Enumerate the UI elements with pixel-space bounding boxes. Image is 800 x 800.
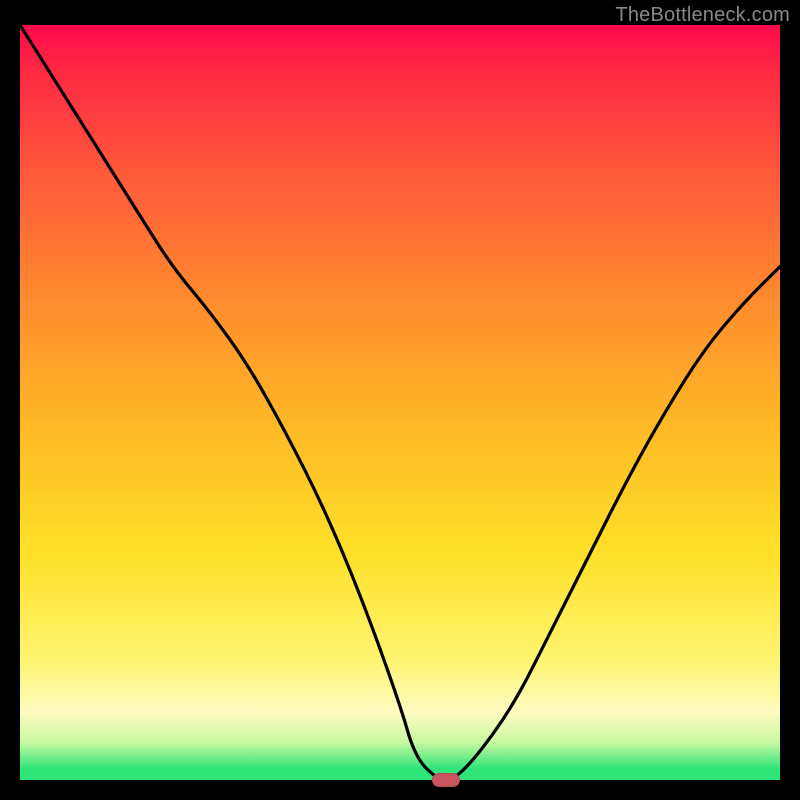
bottleneck-curve	[20, 25, 780, 780]
chart-frame: TheBottleneck.com	[0, 0, 800, 800]
plot-area	[20, 25, 780, 780]
optimum-marker	[432, 773, 460, 787]
watermark-text: TheBottleneck.com	[615, 4, 790, 27]
